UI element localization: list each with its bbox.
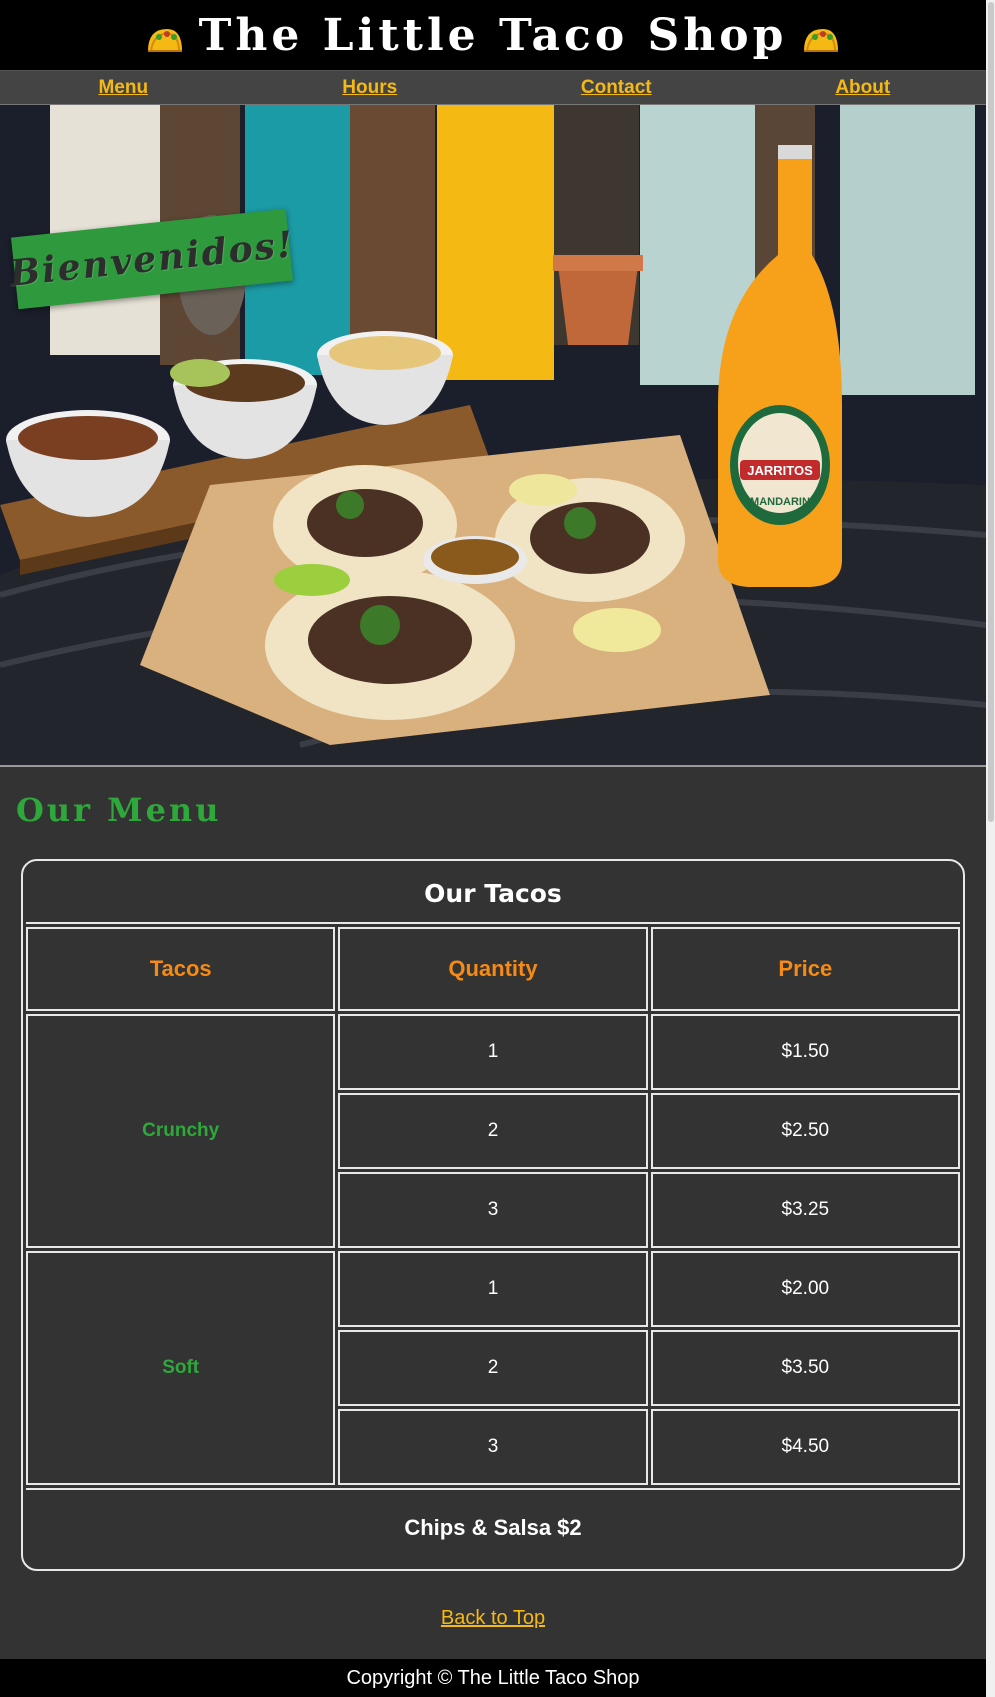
main-nav: Menu Hours Contact About xyxy=(0,70,986,105)
bottle-label-brand: JARRITOS xyxy=(747,463,813,478)
nav-menu-link[interactable]: Menu xyxy=(0,77,247,99)
menu-section: Our Menu Our Tacos Tacos Quantity Price … xyxy=(0,767,986,1630)
nav-about-link[interactable]: About xyxy=(740,77,987,99)
quantity-cell: 2 xyxy=(338,1093,648,1169)
tacos-photo: JARRITOS MANDARIN xyxy=(0,105,986,765)
taco-menu-table: Our Tacos Tacos Quantity Price Crunchy 1… xyxy=(21,859,965,1571)
nav-hours-link[interactable]: Hours xyxy=(247,77,494,99)
nav-contact-link[interactable]: Contact xyxy=(493,77,740,99)
table-caption-row: Our Tacos xyxy=(26,864,960,924)
price-cell: $1.50 xyxy=(650,1014,960,1090)
table-row: Crunchy 1 $1.50 xyxy=(26,1014,960,1248)
quantity-cell: 3 xyxy=(338,1409,648,1485)
price-cell: $4.50 xyxy=(650,1409,960,1485)
menu-section-title: Our Menu xyxy=(16,791,222,829)
back-to-top-link[interactable]: Back to Top xyxy=(16,1607,970,1630)
column-header-tacos: Tacos xyxy=(26,927,336,1011)
taco-icon xyxy=(147,29,182,52)
hero-image: JARRITOS MANDARIN Bienvenidos! xyxy=(0,105,986,767)
bottle-label-flavor: MANDARIN xyxy=(750,496,810,508)
site-footer: Copyright © The Little Taco Shop xyxy=(0,1659,986,1697)
price-cell: $3.50 xyxy=(650,1330,960,1406)
chips-salsa-note: Chips & Salsa $2 xyxy=(26,1488,960,1566)
welcome-text: Bienvenidos! xyxy=(7,223,297,295)
price-cell: $2.50 xyxy=(650,1093,960,1169)
quantity-cell: 2 xyxy=(338,1330,648,1406)
scrollbar-thumb[interactable] xyxy=(988,2,994,822)
column-header-price: Price xyxy=(650,927,960,1011)
price-cell: $3.25 xyxy=(650,1172,960,1248)
table-header-row: Tacos Quantity Price xyxy=(26,927,960,1011)
site-header: The Little Taco Shop xyxy=(0,0,986,70)
quantity-cell: 1 xyxy=(338,1014,648,1090)
table-caption: Our Tacos xyxy=(26,864,960,924)
table-footer-row: Chips & Salsa $2 xyxy=(26,1488,960,1566)
copyright-text: Copyright © The Little Taco Shop xyxy=(346,1666,640,1689)
price-cell: $2.00 xyxy=(650,1251,960,1327)
quantity-cell: 1 xyxy=(338,1251,648,1327)
site-title: The Little Taco Shop xyxy=(198,9,788,61)
taco-icon xyxy=(804,29,839,52)
page: The Little Taco Shop Menu Hours Contact … xyxy=(0,0,986,1697)
column-header-quantity: Quantity xyxy=(338,927,648,1011)
table-row: Soft 1 $2.00 xyxy=(26,1251,960,1485)
quantity-cell: 3 xyxy=(338,1172,648,1248)
taco-type-crunchy: Crunchy xyxy=(26,1014,336,1248)
taco-type-soft: Soft xyxy=(26,1251,336,1485)
